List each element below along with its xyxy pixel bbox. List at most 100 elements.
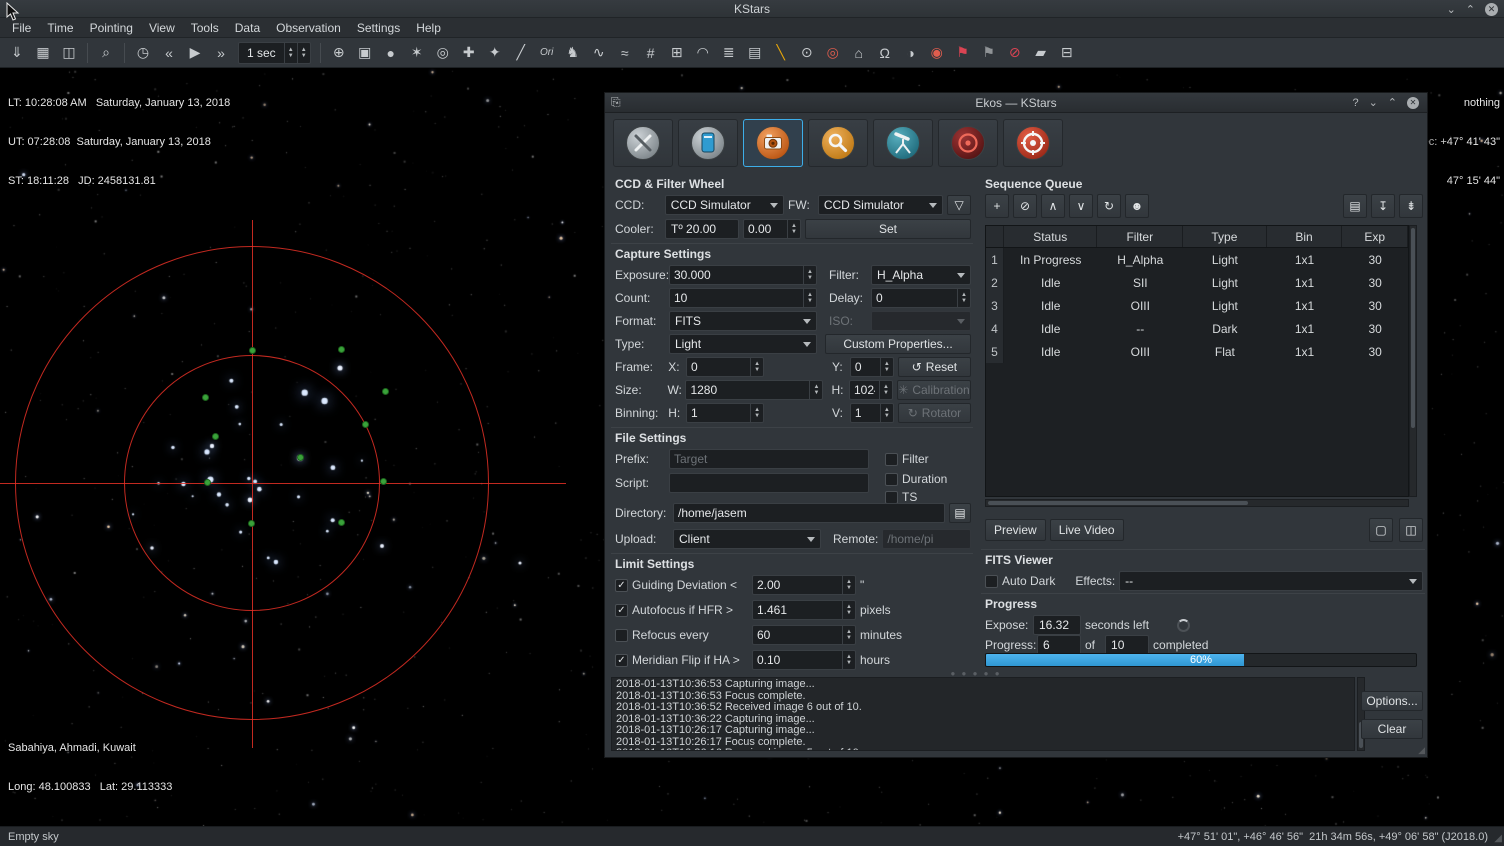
time-step-control[interactable]: 1 sec▲▼▲▼ — [238, 42, 311, 64]
timestamp-checkbox[interactable] — [885, 491, 898, 504]
tab-mount[interactable] — [873, 119, 933, 167]
limit-checkbox[interactable] — [615, 629, 628, 642]
open-sequence-button[interactable]: ▤ — [1343, 194, 1367, 218]
filter-manager-button[interactable]: ▽ — [947, 195, 971, 215]
spin-arrows-icon[interactable]: ▲▼ — [842, 576, 855, 594]
effects-select[interactable]: -- — [1119, 571, 1423, 591]
frame-height-input[interactable]: ▲▼ — [849, 380, 893, 400]
save-sequence-button[interactable]: ↧ — [1371, 194, 1395, 218]
table-row[interactable]: 4Idle--Dark1x130 — [986, 317, 1408, 340]
upload-mode-select[interactable]: Client — [673, 529, 821, 549]
maximize-icon[interactable]: ⌃ — [1388, 96, 1397, 109]
limit-checkbox[interactable]: ✓ — [615, 579, 628, 592]
constellation-names-toggle-icon[interactable]: Ori — [535, 41, 559, 65]
night-vision-icon[interactable]: ● — [379, 41, 403, 65]
resize-grip[interactable]: ◢ — [1494, 833, 1502, 844]
filter-select[interactable]: H_Alpha — [871, 265, 971, 285]
menu-help[interactable]: Help — [408, 21, 449, 35]
table-horizontal-scrollbar[interactable] — [985, 499, 1409, 507]
observer-button[interactable]: ☻ — [1125, 194, 1149, 218]
horizontal-grid-toggle-icon[interactable]: ⊞ — [665, 41, 689, 65]
spin-arrows-icon[interactable]: ▲▼ — [803, 289, 816, 307]
close-icon[interactable]: ✕ — [1407, 97, 1419, 109]
spin-arrows-icon[interactable]: ▲▼ — [803, 266, 816, 284]
spin-arrows-icon[interactable]: ▲▼ — [750, 358, 763, 376]
spin-arrows-icon[interactable]: ▲▼ — [842, 601, 855, 619]
step-forward-icon[interactable]: » — [209, 41, 233, 65]
stars-toggle-icon[interactable]: ✶ — [405, 41, 429, 65]
horizon-toggle-icon[interactable]: ◠ — [691, 41, 715, 65]
set-time-icon[interactable]: ◷ — [131, 41, 155, 65]
point-telescope-icon[interactable]: ⊕ — [327, 41, 351, 65]
column-header-exp[interactable]: Exp — [1342, 226, 1408, 247]
constellation-boundaries-toggle-icon[interactable]: ∿ — [587, 41, 611, 65]
help-icon[interactable]: ? — [1352, 97, 1358, 109]
sky-object-marker[interactable] — [202, 394, 209, 401]
column-header-bin[interactable]: Bin — [1267, 226, 1343, 247]
frame-x-input[interactable]: ▲▼ — [686, 357, 764, 377]
limit-value-input[interactable]: ▲▼ — [752, 650, 856, 670]
sky-object-marker[interactable] — [204, 479, 211, 486]
maximize-icon[interactable]: ⌃ — [1466, 3, 1475, 16]
equatorial-grid-toggle-icon[interactable]: # — [639, 41, 663, 65]
format-select[interactable]: FITS — [669, 311, 817, 331]
sky-object-marker[interactable] — [248, 520, 255, 527]
menu-pointing[interactable]: Pointing — [82, 21, 141, 35]
spin-arrows-icon[interactable]: ▲▼ — [787, 220, 800, 238]
reset-queue-button[interactable]: ↻ — [1097, 194, 1121, 218]
abort-icon[interactable]: ⊘ — [1003, 41, 1027, 65]
auto-dark-checkbox[interactable] — [985, 575, 998, 588]
column-header-filter[interactable]: Filter — [1097, 226, 1183, 247]
list-flags-icon[interactable]: ⚑ — [977, 41, 1001, 65]
toggle-clock-icon[interactable]: ▶ — [183, 41, 207, 65]
sky-object-marker[interactable] — [297, 454, 304, 461]
limit-value-input[interactable]: ▲▼ — [752, 575, 856, 595]
add-flag-icon[interactable]: ⚑ — [951, 41, 975, 65]
telescope-wizard-icon[interactable]: ╲ — [769, 41, 793, 65]
toggle-fullscreen-button[interactable]: ▢ — [1369, 518, 1393, 542]
delay-input[interactable]: ▲▼ — [871, 288, 971, 308]
color-scheme-icon[interactable]: ◑ — [899, 41, 923, 65]
spin-arrows-icon[interactable]: ▲▼ — [750, 404, 763, 422]
spin-arrows-icon[interactable]: ▲▼ — [809, 381, 822, 399]
exposure-input[interactable]: ▲▼ — [669, 265, 817, 285]
menu-data[interactable]: Data — [227, 21, 268, 35]
spin-arrows-icon[interactable]: ▲▼ — [957, 289, 970, 307]
device-manager-icon[interactable]: ▰ — [1029, 41, 1053, 65]
row-number-header[interactable] — [986, 226, 1004, 247]
menu-file[interactable]: File — [4, 21, 39, 35]
table-row[interactable]: 2IdleSIILight1x130 — [986, 271, 1408, 294]
table-row[interactable]: 1In ProgressH_AlphaLight1x130 — [986, 248, 1408, 271]
fov-editor-icon[interactable]: ▣ — [353, 41, 377, 65]
spin-arrows-icon[interactable]: ▲▼ — [880, 404, 893, 422]
supernovae-toggle-icon[interactable]: ✦ — [483, 41, 507, 65]
log-scrollbar[interactable] — [1357, 677, 1365, 751]
hips-overlay-icon[interactable]: ⊟ — [1055, 41, 1079, 65]
directory-input[interactable] — [673, 503, 945, 523]
shade-icon[interactable]: ⌄ — [1369, 96, 1378, 109]
spin-arrows-icon[interactable]: ▲▼ — [842, 651, 855, 669]
bin-v-input[interactable]: ▲▼ — [850, 403, 894, 423]
move-job-up-button[interactable]: ∧ — [1041, 194, 1065, 218]
tab-capture[interactable] — [743, 119, 803, 167]
resize-grip[interactable]: ◢ — [1418, 745, 1425, 756]
observing-list-icon[interactable]: ≣ — [717, 41, 741, 65]
ccd-select[interactable]: CCD Simulator — [665, 195, 784, 215]
show-in-fits-viewer-button[interactable]: ◫ — [1399, 518, 1423, 542]
titlebar[interactable]: KStars ⌄ ⌃ ✕ — [0, 0, 1504, 18]
close-icon[interactable]: ✕ — [1485, 3, 1498, 16]
table-row[interactable]: 3IdleOIIILight1x130 — [986, 294, 1408, 317]
limit-checkbox[interactable]: ✓ — [615, 604, 628, 617]
scrollbar-thumb[interactable] — [1411, 228, 1415, 428]
frame-y-input[interactable]: ▲▼ — [850, 357, 894, 377]
constellation-lines-toggle-icon[interactable]: ╱ — [509, 41, 533, 65]
milky-way-toggle-icon[interactable]: ≈ — [613, 41, 637, 65]
menu-time[interactable]: Time — [39, 21, 81, 35]
column-header-status[interactable]: Status — [1004, 226, 1098, 247]
remove-job-button[interactable]: ⊘ — [1013, 194, 1037, 218]
menu-observation[interactable]: Observation — [268, 21, 349, 35]
lock-position-icon[interactable]: Ω — [873, 41, 897, 65]
move-job-down-button[interactable]: ∨ — [1069, 194, 1093, 218]
sky-object-marker[interactable] — [249, 347, 256, 354]
sky-object-marker[interactable] — [338, 519, 345, 526]
